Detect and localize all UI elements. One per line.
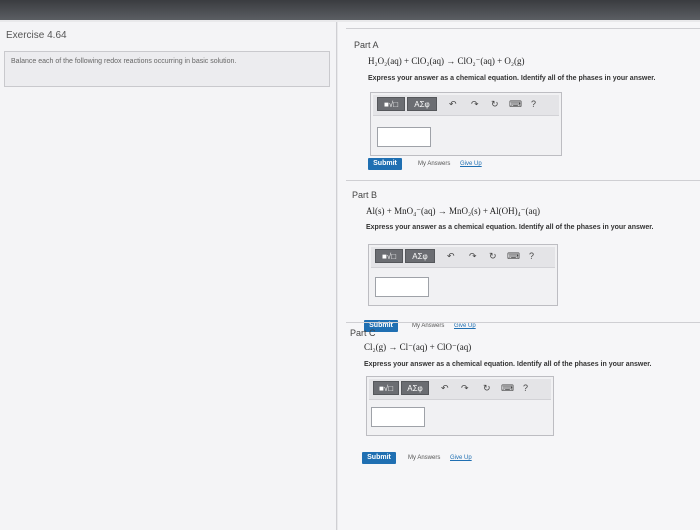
part-b-separator bbox=[346, 180, 700, 181]
part-a-answer-input[interactable] bbox=[377, 127, 431, 147]
symbol-button[interactable]: ΑΣφ bbox=[405, 249, 435, 263]
exercise-prompt-text: Balance each of the following redox reac… bbox=[11, 58, 237, 65]
part-c-give-up-link[interactable]: Give Up bbox=[450, 455, 472, 461]
part-c-separator bbox=[346, 322, 700, 323]
help-button[interactable]: ? bbox=[531, 98, 536, 110]
keyboard-icon[interactable]: ⌨ bbox=[501, 382, 514, 394]
undo-icon[interactable]: ↶ bbox=[447, 250, 455, 262]
part-a-submit-button[interactable]: Submit bbox=[368, 158, 402, 170]
exercise-title: Exercise 4.64 bbox=[6, 30, 67, 41]
part-a-equation: H₂O₂(aq) + ClO₂(aq) → ClO₂⁻(aq) + O₂(g) bbox=[368, 56, 525, 66]
part-a-label: Part A bbox=[354, 40, 379, 50]
part-b-my-answers-link[interactable]: My Answers bbox=[412, 323, 444, 329]
part-c-equation: Cl₂(g) → Cl⁻(aq) + ClO⁻(aq) bbox=[364, 342, 472, 352]
undo-icon[interactable]: ↶ bbox=[449, 98, 457, 110]
part-a-answer-editor: ■√□ ΑΣφ ↶ ↷ ↻ ⌨ ? bbox=[370, 92, 562, 156]
part-a-give-up-link[interactable]: Give Up bbox=[460, 161, 482, 167]
part-b-label: Part B bbox=[352, 190, 378, 200]
reset-icon[interactable]: ↻ bbox=[489, 250, 497, 262]
part-b-answer-editor: ■√□ ΑΣφ ↶ ↷ ↻ ⌨ ? bbox=[368, 244, 558, 306]
redo-icon[interactable]: ↷ bbox=[461, 382, 469, 394]
part-c-answer-editor: ■√□ ΑΣφ ↶ ↷ ↻ ⌨ ? bbox=[366, 376, 554, 436]
part-c-my-answers-link[interactable]: My Answers bbox=[408, 455, 440, 461]
part-b-answer-input[interactable] bbox=[375, 277, 429, 297]
undo-icon[interactable]: ↶ bbox=[441, 382, 449, 394]
part-b-editor-toolbar: ■√□ ΑΣφ ↶ ↷ ↻ ⌨ ? bbox=[371, 247, 555, 268]
help-button[interactable]: ? bbox=[529, 250, 534, 262]
reset-icon[interactable]: ↻ bbox=[491, 98, 499, 110]
symbol-button[interactable]: ΑΣφ bbox=[407, 97, 437, 111]
redo-icon[interactable]: ↷ bbox=[469, 250, 477, 262]
part-a-editor-toolbar: ■√□ ΑΣφ ↶ ↷ ↻ ⌨ ? bbox=[373, 95, 559, 116]
part-b-instruction: Express your answer as a chemical equati… bbox=[366, 224, 654, 231]
symbol-button[interactable]: ΑΣφ bbox=[401, 381, 429, 395]
keyboard-icon[interactable]: ⌨ bbox=[507, 250, 520, 262]
part-b-equation: Al(s) + MnO₄⁻(aq) → MnO₂(s) + Al(OH)₄⁻(a… bbox=[366, 206, 541, 216]
part-c-instruction: Express your answer as a chemical equati… bbox=[364, 361, 652, 368]
exercise-prompt-box: Balance each of the following redox reac… bbox=[4, 51, 330, 87]
part-a-instruction: Express your answer as a chemical equati… bbox=[368, 75, 656, 82]
template-button[interactable]: ■√□ bbox=[373, 381, 399, 395]
reset-icon[interactable]: ↻ bbox=[483, 382, 491, 394]
part-b-give-up-link[interactable]: Give Up bbox=[454, 323, 476, 329]
keyboard-icon[interactable]: ⌨ bbox=[509, 98, 522, 110]
parts-panel: Part A H₂O₂(aq) + ClO₂(aq) → ClO₂⁻(aq) +… bbox=[338, 22, 700, 530]
part-c-answer-input[interactable] bbox=[371, 407, 425, 427]
template-button[interactable]: ■√□ bbox=[375, 249, 403, 263]
part-c-label: Part C bbox=[350, 328, 376, 338]
part-c-submit-button[interactable]: Submit bbox=[362, 452, 396, 464]
help-button[interactable]: ? bbox=[523, 382, 528, 394]
part-a-separator bbox=[346, 28, 700, 29]
part-a-my-answers-link[interactable]: My Answers bbox=[418, 161, 450, 167]
window-top-bar bbox=[0, 0, 700, 20]
part-c-editor-toolbar: ■√□ ΑΣφ ↶ ↷ ↻ ⌨ ? bbox=[369, 379, 551, 400]
redo-icon[interactable]: ↷ bbox=[471, 98, 479, 110]
template-button[interactable]: ■√□ bbox=[377, 97, 405, 111]
exercise-panel: Exercise 4.64 Balance each of the follow… bbox=[0, 22, 337, 530]
